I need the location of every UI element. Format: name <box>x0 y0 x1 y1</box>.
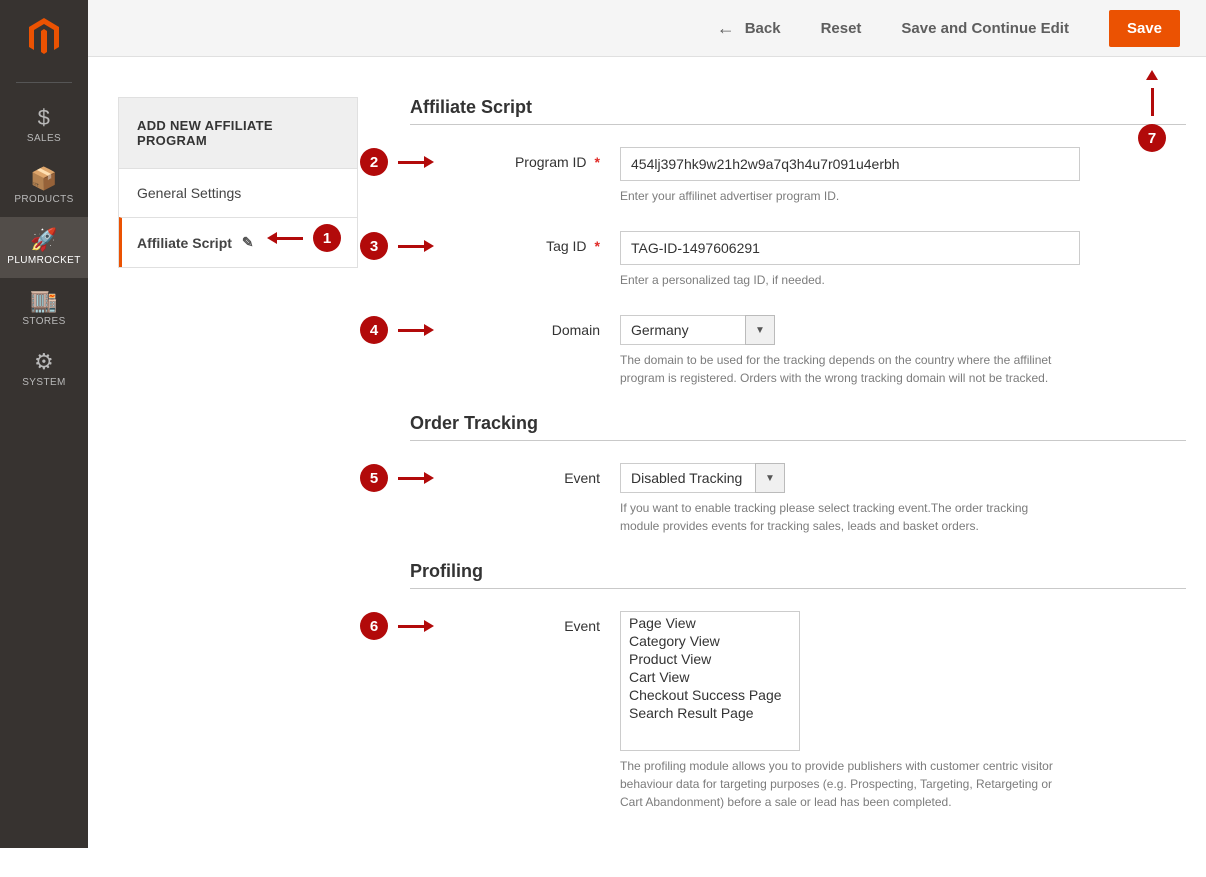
row-tracking-event: 5 Event Disabled Tracking ▼ If you want … <box>410 463 1186 535</box>
page-body: ADD NEW AFFILIATE PROGRAM General Settin… <box>88 57 1206 877</box>
arrow-left-icon <box>267 232 303 244</box>
save-continue-button[interactable]: Save and Continue Edit <box>901 20 1069 37</box>
profiling-option[interactable]: Checkout Success Page <box>621 686 799 704</box>
section-title-affiliate-script: Affiliate Script <box>410 97 1186 118</box>
badge-6: 6 <box>360 612 388 640</box>
dollar-icon: $ <box>38 107 51 129</box>
annotation-4: 4 <box>360 316 434 344</box>
nav-products[interactable]: 📦 PRODUCTS <box>0 156 88 217</box>
arrow-right-icon <box>398 472 434 484</box>
section-divider <box>410 588 1186 589</box>
annotation-2: 2 <box>360 148 434 176</box>
row-domain: 4 Domain Germany ▼ The domain to be used… <box>410 315 1186 387</box>
label-tag-id: Tag ID <box>546 238 586 254</box>
back-label: Back <box>745 20 781 37</box>
arrow-left-icon: ← <box>717 18 735 39</box>
annotation-1: 1 <box>267 224 341 252</box>
badge-1: 1 <box>313 224 341 252</box>
label-program-id: Program ID <box>515 154 587 170</box>
nav-label: SYSTEM <box>22 377 66 388</box>
badge-7: 7 <box>1138 124 1166 152</box>
rocket-icon: 🚀 <box>30 229 58 251</box>
storefront-icon: 🏬 <box>30 290 58 312</box>
profiling-option[interactable]: Search Result Page <box>621 704 799 722</box>
badge-2: 2 <box>360 148 388 176</box>
annotation-3: 3 <box>360 232 434 260</box>
profiling-option[interactable]: Cart View <box>621 668 799 686</box>
select-tracking-event[interactable]: Disabled Tracking ▼ <box>620 463 785 493</box>
profiling-option[interactable]: Category View <box>621 632 799 650</box>
row-profiling-event: 6 Event Page ViewCategory ViewProduct Vi… <box>410 611 1186 811</box>
label-domain: Domain <box>552 322 600 338</box>
annotation-5: 5 <box>360 464 434 492</box>
arrow-right-icon <box>398 324 434 336</box>
pencil-icon: ✎ <box>242 234 254 251</box>
help-tag-id: Enter a personalized tag ID, if needed. <box>620 271 1080 289</box>
gear-icon: ⚙ <box>34 351 54 373</box>
section-title-order-tracking: Order Tracking <box>410 413 1186 434</box>
magento-logo-icon <box>27 18 61 62</box>
chevron-down-icon: ▼ <box>745 315 775 345</box>
annotation-7: 7 <box>1138 70 1166 152</box>
reset-button[interactable]: Reset <box>821 20 862 37</box>
select-domain-value: Germany <box>620 315 745 345</box>
annotation-6: 6 <box>360 612 434 640</box>
arrow-right-icon <box>398 156 434 168</box>
chevron-down-icon: ▼ <box>755 463 785 493</box>
tab-label: Affiliate Script <box>137 235 232 251</box>
select-domain[interactable]: Germany ▼ <box>620 315 775 345</box>
save-button[interactable]: Save <box>1109 10 1180 47</box>
help-tracking-event: If you want to enable tracking please se… <box>620 499 1060 535</box>
profiling-option[interactable]: Product View <box>621 650 799 668</box>
row-tag-id: 3 Tag ID * Enter a personalized tag ID, … <box>410 231 1186 289</box>
select-tracking-event-value: Disabled Tracking <box>620 463 755 493</box>
nav-label: PLUMROCKET <box>7 255 80 266</box>
nav-label: SALES <box>27 133 61 144</box>
badge-4: 4 <box>360 316 388 344</box>
row-program-id: 2 Program ID * Enter your affilinet adve… <box>410 147 1186 205</box>
nav-label: PRODUCTS <box>14 194 73 205</box>
multiselect-profiling-event[interactable]: Page ViewCategory ViewProduct ViewCart V… <box>620 611 800 751</box>
nav-sales[interactable]: $ SALES <box>0 95 88 156</box>
arrow-right-icon <box>398 620 434 632</box>
label-profiling-event: Event <box>564 618 600 634</box>
input-tag-id[interactable] <box>620 231 1080 265</box>
nav-system[interactable]: ⚙ SYSTEM <box>0 339 88 400</box>
box-icon: 📦 <box>30 168 58 190</box>
tab-general-settings[interactable]: General Settings <box>119 168 357 217</box>
badge-3: 3 <box>360 232 388 260</box>
back-button[interactable]: ← Back <box>717 18 781 39</box>
help-profiling-event: The profiling module allows you to provi… <box>620 757 1060 811</box>
help-domain: The domain to be used for the tracking d… <box>620 351 1060 387</box>
profiling-option[interactable]: Page View <box>621 614 799 632</box>
nav-label: STORES <box>22 316 65 327</box>
nav-stores[interactable]: 🏬 STORES <box>0 278 88 339</box>
section-divider <box>410 440 1186 441</box>
nav-plumrocket[interactable]: 🚀 PLUMROCKET <box>0 217 88 278</box>
required-asterisk: * <box>595 154 600 170</box>
tabs-header: ADD NEW AFFILIATE PROGRAM <box>119 98 357 168</box>
section-divider <box>410 124 1186 125</box>
admin-sidebar: $ SALES 📦 PRODUCTS 🚀 PLUMROCKET 🏬 STORES… <box>0 0 88 848</box>
badge-5: 5 <box>360 464 388 492</box>
arrow-up-icon <box>1146 70 1158 80</box>
label-tracking-event: Event <box>564 470 600 486</box>
section-title-profiling: Profiling <box>410 561 1186 582</box>
required-asterisk: * <box>595 238 600 254</box>
arrow-right-icon <box>398 240 434 252</box>
form-tabs: ADD NEW AFFILIATE PROGRAM General Settin… <box>118 97 358 268</box>
help-program-id: Enter your affilinet advertiser program … <box>620 187 1080 205</box>
input-program-id[interactable] <box>620 147 1080 181</box>
form-panel: Affiliate Script 2 Program ID * Enter yo… <box>358 97 1186 837</box>
top-action-bar: ← Back Reset Save and Continue Edit Save… <box>88 0 1206 57</box>
